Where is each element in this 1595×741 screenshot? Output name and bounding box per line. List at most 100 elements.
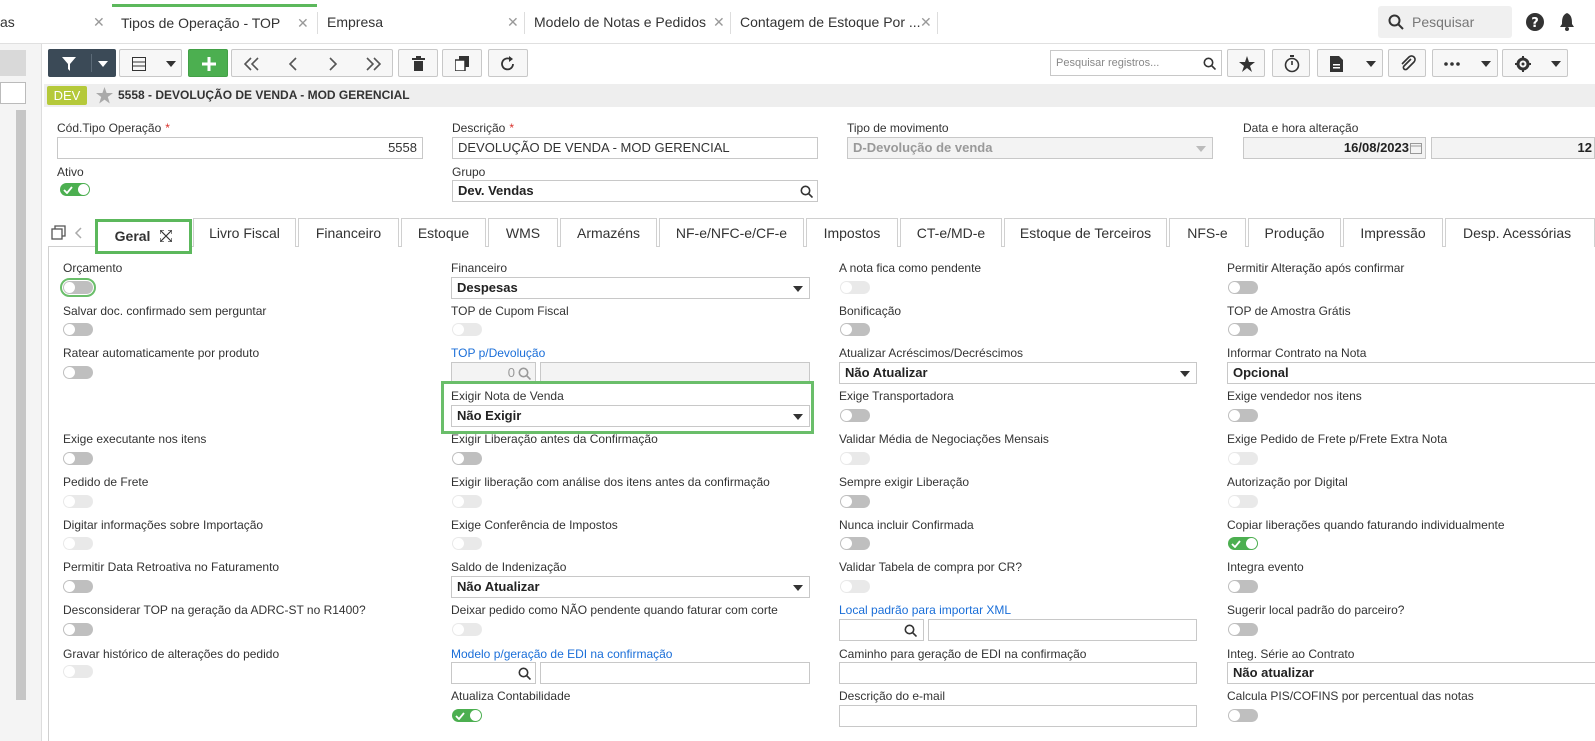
local-xml-field[interactable]	[839, 619, 924, 641]
tab-desp-acessorias[interactable]: Desp. Acessórias	[1445, 218, 1595, 247]
tab-cte[interactable]: CT-e/MD-e	[900, 218, 1002, 247]
tab-geral[interactable]: Geral	[95, 219, 192, 254]
descricao-label: Descrição *	[452, 121, 515, 135]
view-mode-button[interactable]	[119, 49, 182, 77]
calcula-pis-toggle[interactable]	[1228, 709, 1258, 722]
help-icon[interactable]: ?	[1525, 12, 1545, 32]
filter-button[interactable]	[48, 49, 116, 77]
tab-impostos[interactable]: Impostos	[806, 218, 898, 247]
ratear-toggle[interactable]	[63, 366, 93, 379]
data-retroativa-toggle[interactable]	[63, 580, 93, 593]
modelo-edi-label[interactable]: Modelo p/geração de EDI na confirmação	[451, 647, 672, 661]
calendar-icon[interactable]	[1410, 142, 1422, 154]
global-search[interactable]: Pesquisar	[1378, 6, 1512, 38]
amostra-gratis-toggle[interactable]	[1228, 323, 1258, 336]
tab-livro-fiscal[interactable]: Livro Fiscal	[193, 218, 296, 247]
chevron-left-icon[interactable]	[74, 226, 84, 240]
descricao-email-field[interactable]	[839, 705, 1197, 727]
search-records-input[interactable]: Pesquisar registros...	[1050, 50, 1222, 76]
local-xml-desc-field[interactable]	[928, 619, 1197, 641]
integ-serie-select[interactable]: Não atualizar	[1227, 662, 1595, 684]
search-icon[interactable]	[518, 367, 531, 380]
scrollbar[interactable]	[16, 110, 26, 700]
star-icon[interactable]	[96, 87, 113, 104]
last-record-icon[interactable]	[365, 57, 381, 71]
acrescimos-select[interactable]: Não Atualizar	[839, 362, 1197, 384]
tab-impressao[interactable]: Impressão	[1343, 218, 1443, 247]
tab-wms[interactable]: WMS	[488, 218, 558, 247]
close-icon[interactable]: ✕	[713, 4, 725, 40]
tab-financeiro[interactable]: Financeiro	[298, 218, 399, 247]
exige-executante-toggle[interactable]	[63, 452, 93, 465]
report-button[interactable]	[1317, 49, 1383, 77]
sugerir-local-toggle[interactable]	[1228, 623, 1258, 636]
exige-transportadora-toggle[interactable]	[840, 409, 870, 422]
bonificacao-toggle[interactable]	[840, 323, 870, 336]
tab-modelo-notas[interactable]: Modelo de Notas e Pedidos ✕	[525, 4, 730, 40]
tabs-overview-icon[interactable]	[51, 225, 67, 241]
financeiro-select[interactable]: Despesas	[451, 277, 810, 299]
search-icon[interactable]	[800, 185, 813, 198]
amostra-gratis-label: TOP de Amostra Grátis	[1227, 304, 1351, 318]
exigir-nota-venda-label: Exigir Nota de Venda	[451, 389, 564, 403]
grupo-field[interactable]: Dev. Vendas	[452, 180, 818, 202]
exige-transportadora-label: Exige Transportadora	[839, 389, 954, 403]
descricao-field[interactable]: DEVOLUÇÃO DE VENDA - MOD GERENCIAL	[452, 137, 818, 159]
settings-button[interactable]	[1502, 49, 1568, 77]
deixar-pedido-toggle	[452, 623, 482, 636]
more-actions-button[interactable]	[1432, 49, 1498, 77]
informar-contrato-select[interactable]: Opcional	[1227, 362, 1595, 384]
favorite-button[interactable]	[1227, 49, 1265, 77]
saldo-indenizacao-select[interactable]: Não Atualizar	[451, 576, 810, 598]
tab-estoque[interactable]: Estoque	[401, 218, 486, 247]
exige-vendedor-toggle[interactable]	[1228, 409, 1258, 422]
exigir-liberacao-toggle[interactable]	[452, 452, 482, 465]
tab-producao[interactable]: Produção	[1248, 218, 1341, 247]
tab-nfse[interactable]: NFS-e	[1169, 218, 1246, 247]
nunca-confirmada-toggle[interactable]	[840, 537, 870, 550]
close-icon[interactable]: ✕	[297, 7, 309, 39]
refresh-button[interactable]	[488, 49, 528, 77]
search-icon[interactable]	[518, 667, 531, 680]
document-icon	[1330, 56, 1343, 72]
close-icon[interactable]: ✕	[920, 4, 932, 40]
next-record-icon[interactable]	[328, 57, 338, 71]
nota-pendente-label: A nota fica como pendente	[839, 261, 982, 275]
duplicate-button[interactable]	[442, 49, 482, 77]
tab-nfe[interactable]: NF-e/NFC-e/CF-e	[659, 218, 804, 247]
delete-button[interactable]	[398, 49, 438, 77]
side-panel-header[interactable]	[0, 50, 26, 76]
close-icon[interactable]: ✕	[93, 4, 105, 40]
tipo-movimento-select[interactable]: D-Devolução de venda	[847, 137, 1213, 159]
caminho-edi-field[interactable]	[839, 662, 1197, 684]
modelo-edi-field[interactable]	[451, 662, 536, 684]
local-xml-label[interactable]: Local padrão para importar XML	[839, 603, 1011, 617]
exigir-nota-venda-select[interactable]: Não Exigir	[451, 405, 810, 427]
close-icon[interactable]: ✕	[507, 4, 519, 40]
previous-record-icon[interactable]	[288, 57, 298, 71]
timer-button[interactable]	[1272, 49, 1310, 77]
add-button[interactable]	[188, 49, 228, 77]
tab-contagem-estoque[interactable]: Contagem de Estoque Por ... ✕	[731, 4, 937, 40]
tab-tipos-operacao[interactable]: Tipos de Operação - TOP ✕	[112, 4, 317, 40]
cod-tipo-operacao-field[interactable]: 5558	[57, 137, 423, 159]
attachment-button[interactable]	[1388, 49, 1426, 77]
tab-empresa[interactable]: Empresa ✕	[318, 4, 524, 40]
salvar-doc-toggle[interactable]	[63, 323, 93, 336]
copy-icon	[455, 56, 469, 71]
top-devolucao-label[interactable]: TOP p/Devolução	[451, 346, 545, 360]
modelo-edi-desc-field[interactable]	[540, 662, 810, 684]
permitir-alteracao-toggle[interactable]	[1228, 281, 1258, 294]
orcamento-toggle[interactable]	[60, 278, 96, 297]
sugerir-local-label: Sugerir local padrão do parceiro?	[1227, 603, 1405, 617]
desconsiderar-top-toggle[interactable]	[63, 623, 93, 636]
tab-previous[interactable]: as ✕	[0, 4, 110, 40]
tab-armazens[interactable]: Armazéns	[560, 218, 657, 247]
search-icon[interactable]	[904, 624, 917, 637]
side-panel-input[interactable]	[0, 82, 26, 104]
sempre-liberacao-toggle[interactable]	[840, 495, 870, 508]
bell-icon[interactable]	[1560, 12, 1574, 32]
tab-estoque-terceiros[interactable]: Estoque de Terceiros	[1004, 218, 1167, 247]
integra-evento-toggle[interactable]	[1228, 580, 1258, 593]
first-record-icon[interactable]	[244, 57, 260, 71]
